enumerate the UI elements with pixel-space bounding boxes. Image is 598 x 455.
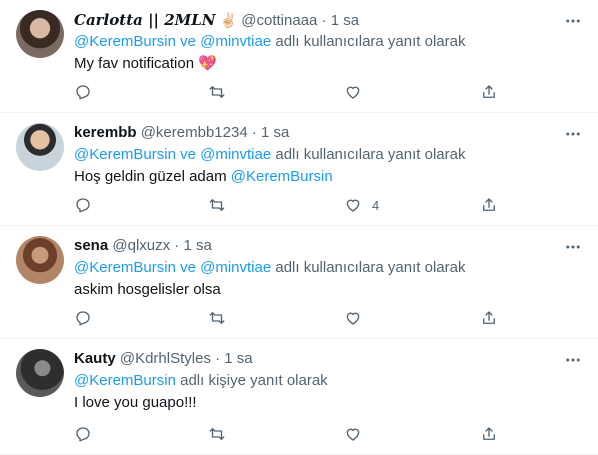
timestamp[interactable]: 1 sa bbox=[261, 124, 289, 141]
tweet-text-content: My fav notification bbox=[74, 55, 195, 72]
tweet-header: Carlotta || 2MLN ✌🏻 @cottinaaa · 1 sa bbox=[74, 10, 582, 30]
handle[interactable]: @kerembb1234 bbox=[141, 124, 248, 141]
reply-mentions[interactable]: @KeremBursin ve @minvtiae bbox=[74, 33, 271, 50]
tweet-header: kerembb @kerembb1234 · 1 sa bbox=[74, 123, 582, 143]
reply-suffix: adlı kişiye yanıt olarak bbox=[180, 372, 328, 389]
timestamp[interactable]: 1 sa bbox=[331, 12, 359, 29]
reply-icon bbox=[76, 85, 90, 100]
tweet[interactable]: Kauty @KdrhlStyles · 1 sa @KeremBursin a… bbox=[0, 339, 598, 455]
retweet-button[interactable] bbox=[208, 82, 226, 102]
reply-context: @KeremBursin adlı kişiye yanıt olarak bbox=[74, 371, 582, 391]
like-count: 4 bbox=[372, 197, 380, 213]
share-button[interactable] bbox=[480, 82, 498, 102]
separator: · bbox=[251, 124, 257, 141]
display-name[interactable]: kerembb bbox=[74, 124, 137, 141]
like-button[interactable] bbox=[344, 308, 372, 328]
retweet-button[interactable] bbox=[208, 195, 226, 215]
tweet-text: My fav notification 💖 bbox=[74, 54, 582, 74]
reply-context: @KeremBursin ve @minvtiae adlı kullanıcı… bbox=[74, 32, 582, 52]
share-icon bbox=[483, 427, 495, 440]
tweet-actions bbox=[74, 424, 504, 444]
share-button[interactable] bbox=[480, 195, 498, 215]
reply-icon bbox=[76, 198, 90, 213]
tweet[interactable]: Carlotta || 2MLN ✌🏻 @cottinaaa · 1 sa @K… bbox=[0, 0, 598, 113]
tweet-text: Hoş geldin güzel adam @KeremBursin bbox=[74, 167, 582, 187]
reply-feed: Carlotta || 2MLN ✌🏻 @cottinaaa · 1 sa @K… bbox=[0, 0, 598, 455]
like-icon bbox=[346, 86, 360, 99]
separator: · bbox=[174, 237, 180, 254]
retweet-icon bbox=[209, 86, 225, 98]
reply-icon bbox=[76, 427, 90, 442]
tweet-text-content: I love you guapo!!! bbox=[74, 394, 197, 411]
tweet-text: I love you guapo!!! bbox=[74, 393, 582, 413]
retweet-icon bbox=[209, 428, 225, 440]
avatar[interactable] bbox=[16, 236, 64, 284]
like-icon bbox=[346, 199, 360, 212]
handle[interactable]: @cottinaaa bbox=[241, 12, 317, 29]
tweet[interactable]: kerembb @kerembb1234 · 1 sa @KeremBursin… bbox=[0, 113, 598, 226]
tweet-actions bbox=[74, 82, 504, 102]
timestamp[interactable]: 1 sa bbox=[224, 350, 252, 367]
handle[interactable]: @KdrhlStyles bbox=[120, 350, 211, 367]
tweet-actions: 4 bbox=[74, 195, 504, 215]
victory-hand-emoji: ✌🏻 bbox=[219, 12, 238, 28]
like-button[interactable]: 4 bbox=[344, 195, 379, 215]
tweet-header: Kauty @KdrhlStyles · 1 sa bbox=[74, 349, 582, 369]
share-icon bbox=[483, 198, 495, 211]
handle[interactable]: @qlxuzx bbox=[112, 237, 170, 254]
share-icon bbox=[483, 311, 495, 324]
like-button[interactable] bbox=[344, 82, 372, 102]
more-icon[interactable] bbox=[564, 351, 582, 369]
like-icon bbox=[346, 312, 360, 325]
tweet-header: sena @qlxuzx · 1 sa bbox=[74, 236, 582, 256]
reply-icon bbox=[76, 311, 90, 326]
like-icon bbox=[346, 428, 360, 441]
tweet-text: askim hosgelisler olsa bbox=[74, 280, 582, 300]
tweet[interactable]: sena @qlxuzx · 1 sa @KeremBursin ve @min… bbox=[0, 226, 598, 339]
retweet-button[interactable] bbox=[208, 424, 226, 444]
reply-suffix: adlı kullanıcılara yanıt olarak bbox=[275, 33, 466, 50]
reply-button[interactable] bbox=[74, 82, 92, 102]
reply-context: @KeremBursin ve @minvtiae adlı kullanıcı… bbox=[74, 145, 582, 165]
reply-button[interactable] bbox=[74, 424, 92, 444]
tweet-text-content: askim hosgelisler olsa bbox=[74, 281, 221, 298]
reply-mentions[interactable]: @KeremBursin ve @minvtiae bbox=[74, 259, 271, 276]
avatar[interactable] bbox=[16, 10, 64, 58]
share-icon bbox=[483, 85, 495, 98]
like-button[interactable] bbox=[344, 424, 372, 444]
retweet-icon bbox=[209, 312, 225, 324]
share-button[interactable] bbox=[480, 308, 498, 328]
more-icon[interactable] bbox=[564, 125, 582, 143]
separator: · bbox=[321, 12, 327, 29]
reply-button[interactable] bbox=[74, 195, 92, 215]
sparkling-heart-emoji: 💖 bbox=[198, 55, 217, 72]
timestamp[interactable]: 1 sa bbox=[183, 237, 211, 254]
tweet-actions bbox=[74, 308, 504, 328]
display-name[interactable]: Kauty bbox=[74, 350, 116, 367]
reply-suffix: adlı kullanıcılara yanıt olarak bbox=[275, 146, 466, 163]
retweet-button[interactable] bbox=[208, 308, 226, 328]
reply-suffix: adlı kullanıcılara yanıt olarak bbox=[275, 259, 466, 276]
reply-mentions[interactable]: @KeremBursin bbox=[74, 372, 176, 389]
retweet-icon bbox=[209, 199, 225, 211]
reply-mentions[interactable]: @KeremBursin ve @minvtiae bbox=[74, 146, 271, 163]
more-icon[interactable] bbox=[564, 12, 582, 30]
avatar[interactable] bbox=[16, 123, 64, 171]
avatar[interactable] bbox=[16, 349, 64, 397]
display-name[interactable]: sena bbox=[74, 237, 108, 254]
tweet-text-content: Hoş geldin güzel adam bbox=[74, 168, 227, 185]
share-button[interactable] bbox=[480, 424, 498, 444]
display-name[interactable]: Carlotta || 2MLN bbox=[74, 11, 216, 29]
separator: · bbox=[215, 350, 221, 367]
text-mention[interactable]: @KeremBursin bbox=[231, 168, 333, 185]
reply-button[interactable] bbox=[74, 308, 92, 328]
more-icon[interactable] bbox=[564, 238, 582, 256]
reply-context: @KeremBursin ve @minvtiae adlı kullanıcı… bbox=[74, 258, 582, 278]
